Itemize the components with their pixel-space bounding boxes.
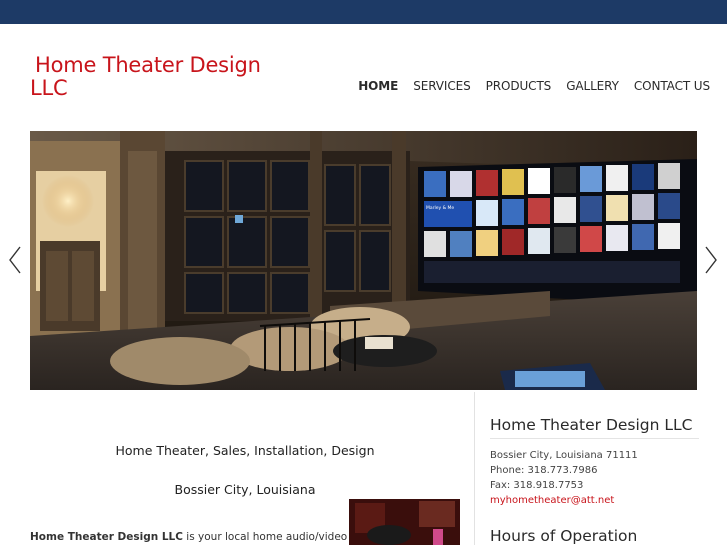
main-nav: HOME SERVICES PRODUCTS GALLERY CONTACT U… [358,79,710,93]
sidebar-fax: Fax: 318.918.7753 [490,480,584,491]
sidebar-company-title: Home Theater Design LLC [490,416,693,434]
nav-item-contact-us[interactable]: CONTACT US [634,79,710,93]
intro-text: is your local home audio/video [182,531,348,543]
theater-thumbnail [349,499,460,545]
screen-title: Marley & Me [426,205,454,211]
sidebar-address: Bossier City, Louisiana 71111 [490,450,638,461]
logo-line-1: Home Theater Design [35,53,261,77]
site-logo[interactable]: Home Theater Design LLC [30,54,270,100]
intro-paragraph: Home Theater Design LLC is your local ho… [30,531,347,543]
top-bar [0,0,727,24]
logo-line-2: LLC [30,76,68,100]
main-subheadline: Bossier City, Louisiana [174,482,316,497]
nav-item-services[interactable]: SERVICES [413,79,471,93]
home-theater-photo: Marley & Me [30,131,697,390]
nav-item-gallery[interactable]: GALLERY [566,79,619,93]
sidebar-phone: Phone: 318.773.7986 [490,465,598,476]
slider-next-button[interactable] [703,244,719,276]
intro-company-name: Home Theater Design LLC [30,531,183,543]
chevron-right-icon [705,246,717,274]
column-divider [474,392,475,545]
sidebar-email-link[interactable]: myhometheater@att.net [490,495,614,506]
chevron-left-icon [9,246,21,274]
main-headline: Home Theater, Sales, Installation, Desig… [115,443,375,458]
hero-slideshow[interactable]: Marley & Me [30,131,697,390]
nav-item-home[interactable]: HOME [358,79,398,93]
sidebar-hours-title: Hours of Operation [490,527,638,545]
slider-prev-button[interactable] [7,244,23,276]
sidebar-divider [490,438,699,439]
nav-item-products[interactable]: PRODUCTS [486,79,552,93]
